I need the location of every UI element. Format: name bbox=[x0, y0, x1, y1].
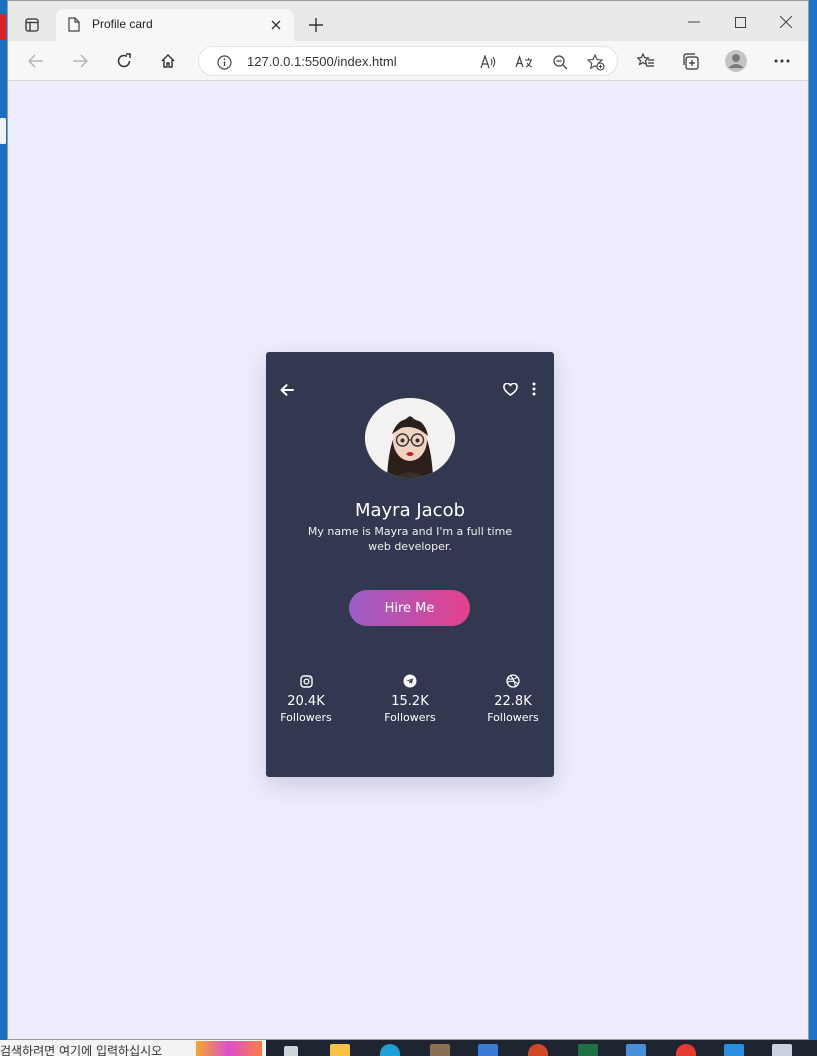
stat-telegram[interactable]: 15.2K Followers bbox=[370, 672, 450, 724]
excel-icon[interactable] bbox=[578, 1044, 598, 1056]
search-placeholder: 검색하려면 여기에 입력하십시오 bbox=[0, 1044, 163, 1056]
stat-value: 22.8K bbox=[494, 694, 532, 709]
hire-me-button[interactable]: Hire Me bbox=[349, 590, 470, 626]
vscode-icon[interactable] bbox=[724, 1044, 744, 1056]
instagram-icon[interactable] bbox=[266, 672, 346, 690]
telegram-icon[interactable] bbox=[370, 672, 450, 690]
stat-label: Followers bbox=[487, 711, 539, 724]
add-favorite-icon[interactable] bbox=[585, 51, 607, 73]
tab-actions-icon[interactable] bbox=[18, 11, 46, 39]
app-icon[interactable] bbox=[626, 1044, 646, 1056]
taskbar: 검색하려면 여기에 입력하십시오 bbox=[0, 1040, 817, 1056]
desktop-icon[interactable] bbox=[0, 14, 6, 40]
heart-icon[interactable] bbox=[502, 381, 518, 397]
maximize-icon[interactable] bbox=[720, 9, 760, 35]
refresh-icon[interactable] bbox=[110, 47, 138, 75]
url-path: :5500/index.html bbox=[301, 54, 397, 69]
edge-icon[interactable] bbox=[380, 1044, 400, 1056]
stat-value: 20.4K bbox=[287, 694, 325, 709]
collections-icon[interactable] bbox=[676, 47, 704, 75]
new-tab-icon[interactable] bbox=[304, 13, 328, 37]
forward-icon[interactable] bbox=[66, 47, 94, 75]
stat-label: Followers bbox=[280, 711, 332, 724]
app-icon[interactable] bbox=[430, 1044, 450, 1056]
avatar bbox=[365, 398, 455, 478]
browser-toolbar: 127.0.0.1:5500/index.html bbox=[8, 41, 808, 81]
browser-window: Profile card 127.0.0.1:5500/index.html M… bbox=[7, 0, 809, 1040]
stat-label: Followers bbox=[384, 711, 436, 724]
stat-dribbble[interactable]: 22.8K Followers bbox=[473, 672, 553, 724]
search-highlight-image bbox=[196, 1041, 262, 1056]
more-options-icon[interactable] bbox=[530, 381, 538, 397]
close-window-icon[interactable] bbox=[766, 9, 806, 35]
url-text: 127.0.0.1:5500/index.html bbox=[247, 54, 397, 69]
profile-icon[interactable] bbox=[722, 47, 750, 75]
chrome-icon[interactable] bbox=[676, 1044, 696, 1056]
back-arrow-icon[interactable] bbox=[280, 380, 294, 400]
dribbble-icon[interactable] bbox=[473, 672, 553, 690]
stat-instagram[interactable]: 20.4K Followers bbox=[266, 672, 346, 724]
close-tab-icon[interactable] bbox=[264, 13, 288, 37]
translate-icon[interactable] bbox=[513, 51, 535, 73]
profile-card: Mayra Jacob My name is Mayra and I'm a f… bbox=[266, 352, 554, 777]
home-icon[interactable] bbox=[154, 47, 182, 75]
file-explorer-icon[interactable] bbox=[330, 1044, 350, 1056]
minimize-icon[interactable] bbox=[674, 9, 714, 35]
url-host: 127.0.0.1 bbox=[247, 54, 302, 69]
page-viewport: Mayra Jacob My name is Mayra and I'm a f… bbox=[8, 81, 808, 1039]
page-icon bbox=[68, 17, 80, 36]
zoom-out-icon[interactable] bbox=[549, 51, 571, 73]
profile-name: Mayra Jacob bbox=[354, 500, 466, 521]
task-view-icon[interactable] bbox=[284, 1046, 298, 1056]
browser-tab[interactable]: Profile card bbox=[56, 9, 294, 41]
site-info-icon[interactable] bbox=[213, 51, 235, 73]
back-icon[interactable] bbox=[22, 47, 50, 75]
title-bar: Profile card bbox=[8, 1, 808, 41]
more-menu-icon[interactable] bbox=[768, 47, 796, 75]
taskbar-search[interactable]: 검색하려면 여기에 입력하십시오 bbox=[0, 1040, 266, 1056]
favorites-icon[interactable] bbox=[632, 47, 660, 75]
stat-value: 15.2K bbox=[391, 694, 429, 709]
powerpoint-icon[interactable] bbox=[528, 1044, 548, 1056]
profile-bio: My name is Mayra and I'm a full time web… bbox=[307, 525, 513, 553]
desktop-icon[interactable] bbox=[0, 118, 6, 144]
app-icon[interactable] bbox=[772, 1044, 792, 1056]
address-bar[interactable]: 127.0.0.1:5500/index.html bbox=[198, 46, 618, 76]
app-icon[interactable] bbox=[478, 1044, 498, 1056]
tab-title: Profile card bbox=[92, 17, 153, 31]
read-aloud-icon[interactable] bbox=[477, 51, 499, 73]
